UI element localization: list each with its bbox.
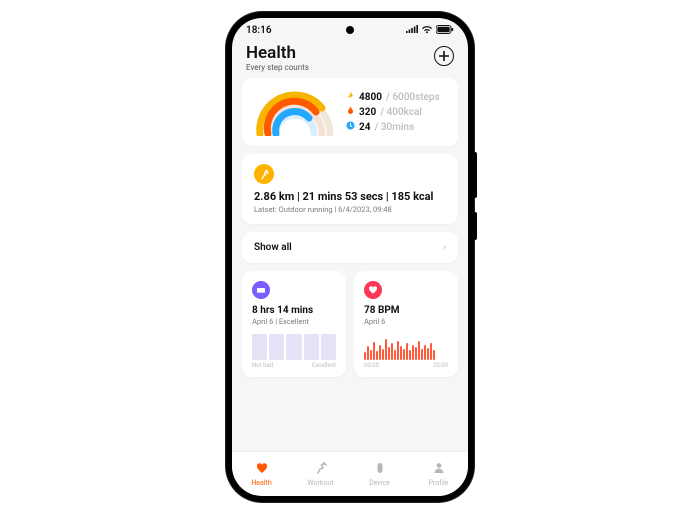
status-time: 18:16 [246,25,272,36]
workout-summary: 2.86 km | 21 mins 53 secs | 185 kcal [254,190,446,203]
chevron-right-icon: › [443,242,446,253]
show-all-row[interactable]: Show all › [242,232,458,263]
steps-metric: 4800 / 6000steps [346,90,446,105]
clock-icon [346,120,355,135]
nav-device[interactable]: Device [350,452,409,496]
heart-rate-value: 78 BPM [364,305,448,316]
phone-frame: 18:16 Health Every step co [226,12,474,502]
screen: 18:16 Health Every step co [232,18,468,496]
calories-metric: 320 / 400kcal [346,105,446,120]
latest-workout-card[interactable]: 2.86 km | 21 mins 53 secs | 185 kcal Lat… [242,154,458,224]
page-title: Health [246,44,309,63]
show-all-label: Show all [254,242,292,253]
daily-goals-card[interactable]: 4800 / 6000steps 320 / 400kcal 24 / 30mi… [242,78,458,146]
nav-label: Workout [307,479,333,487]
sleep-meta: April 6 | Excellent [252,317,336,326]
battery-icon [436,25,454,37]
sleep-value: 8 hrs 14 mins [252,305,336,316]
nav-health[interactable]: Health [232,452,291,496]
wifi-icon [421,25,433,37]
stand-metric: 24 / 30mins [346,120,446,135]
signal-icon [406,25,418,37]
workout-meta: Latset: Outdoor running | 6/4/2023, 09:4… [254,205,446,214]
heart-rate-meta: April 6 [364,317,448,326]
flame-icon [346,105,355,120]
bottom-nav: Health Workout Device Profile [232,451,468,496]
workout-nav-icon [314,461,328,478]
sleep-icon [252,281,270,299]
health-nav-icon [255,461,269,478]
nav-profile[interactable]: Profile [409,452,468,496]
page-header: Health Every step counts [232,42,468,79]
plus-icon [439,51,449,61]
heart-rate-chart [364,334,448,360]
device-nav-icon [373,461,387,478]
profile-nav-icon [432,461,446,478]
sleep-card[interactable]: 8 hrs 14 mins April 6 | Excellent Not ba… [242,271,346,377]
add-button[interactable] [434,46,454,66]
heart-icon [364,281,382,299]
sleep-chart [252,334,336,360]
nav-label: Device [369,479,390,487]
steps-icon [346,90,355,105]
heart-rate-card[interactable]: 78 BPM April 6 00:00 20:00 [354,271,458,377]
page-subtitle: Every step counts [246,63,309,72]
front-camera [346,26,354,34]
nav-workout[interactable]: Workout [291,452,350,496]
running-icon [254,164,274,184]
goal-rings-icon [254,88,336,136]
nav-label: Profile [428,479,448,487]
nav-label: Health [251,479,271,487]
